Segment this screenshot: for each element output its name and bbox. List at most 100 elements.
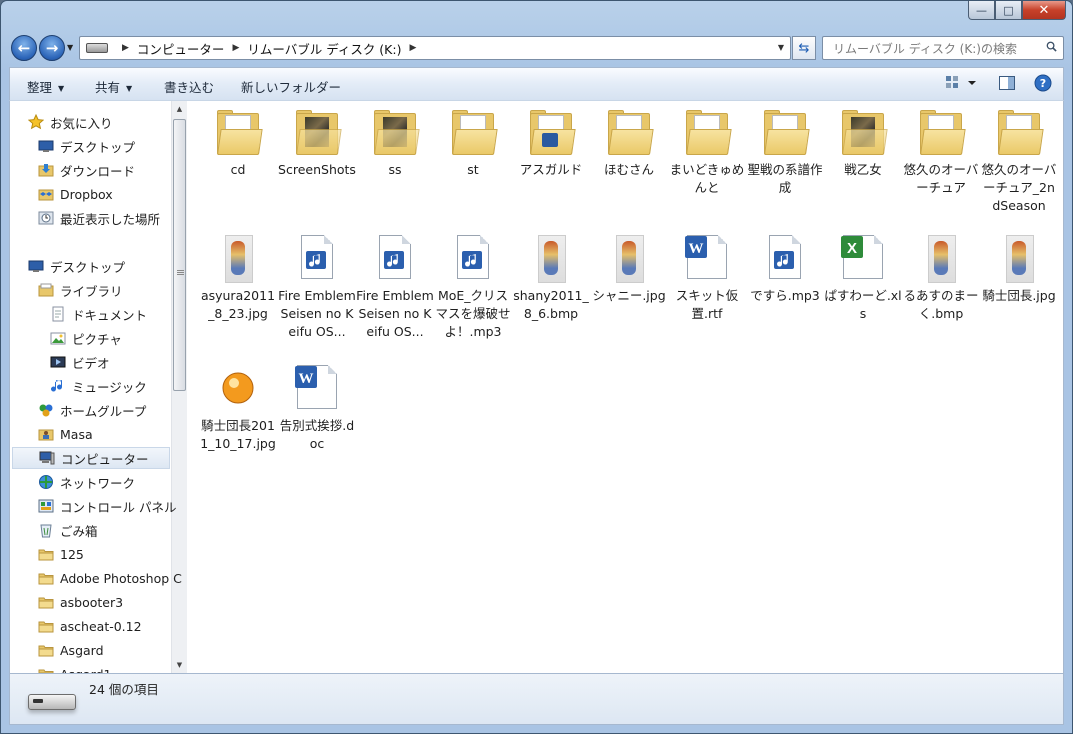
file-item[interactable]: シャニー.jpg [590,233,668,305]
sidebar-item[interactable]: デスクトップ [28,255,125,277]
sidebar-item[interactable]: ライブラリ [38,279,123,301]
sidebar-item[interactable]: Dropbox [38,183,113,205]
search-box[interactable] [822,36,1064,60]
folder-item[interactable]: ほむさん [590,107,668,179]
sidebar-item[interactable]: ミュージック [50,375,147,397]
folder-item[interactable]: まいどきゅめんと [668,107,746,197]
refresh-button[interactable]: ⇆ [792,36,816,60]
file-item[interactable]: Fire Emblem Seisen no Keifu OS... [278,233,356,341]
sidebar-item[interactable]: ascheat-0.12 [38,615,142,637]
file-name: 騎士団長.jpg [982,288,1056,303]
sidebar-item[interactable]: Adobe Photoshop C [38,567,182,589]
folder-item[interactable]: 聖戦の系譜作成 [746,107,824,197]
scroll-down-arrow-icon[interactable]: ▼ [172,657,187,673]
sidebar-item[interactable]: ホームグループ [38,399,146,421]
file-item[interactable]: Fire Emblem Seisen no Keifu OS... [356,233,434,341]
folder-icon [838,107,888,157]
sidebar-item-label: ドキュメント [72,307,148,323]
sidebar-item[interactable]: Masa [38,423,93,445]
scrollbar-thumb[interactable] [173,119,186,391]
file-name: まいどきゅめんと [669,162,745,195]
burn-button[interactable]: 書き込む [164,77,214,96]
help-button[interactable]: ? [1034,74,1052,95]
sidebar-item[interactable]: デスクトップ [38,135,135,157]
file-item[interactable]: ですら.mp3 [746,233,824,305]
desktop-icon [38,138,54,154]
folder-item[interactable]: 悠久のオーバーチュア_2ndSeason [980,107,1058,215]
file-name: cd [230,162,246,177]
sidebar-item-label: デスクトップ [50,259,126,275]
folder-item[interactable]: アスガルド [512,107,590,179]
folder-item[interactable]: ss [356,107,434,179]
close-button[interactable]: ✕ [1022,1,1066,20]
sidebar-item[interactable]: asbooter3 [38,591,123,613]
sidebar-item-label: ホームグループ [60,403,147,419]
breadcrumb-removable-disk[interactable]: リムーバブル ディスク (K:) [247,39,401,58]
sidebar-item[interactable]: お気に入り [27,111,113,133]
file-item[interactable]: 騎士団長2011_10_17.jpg [199,363,277,453]
user-folder-icon [38,426,54,442]
desktop-icon [28,258,44,274]
file-item[interactable]: asyura2011_8_23.jpg [199,233,277,323]
sidebar-item[interactable]: ピクチャ [50,327,122,349]
file-name: st [467,162,479,177]
sidebar-item[interactable]: ドキュメント [50,303,147,325]
scroll-up-arrow-icon[interactable]: ▲ [172,101,187,117]
sidebar-item[interactable]: ダウンロード [38,159,135,181]
drive-icon [86,43,108,53]
sidebar-item[interactable]: Asgard [38,639,104,661]
dropbox-icon [38,186,54,202]
folder-item[interactable]: 悠久のオーバーチュア [902,107,980,197]
folder-item[interactable]: 戦乙女 [824,107,902,179]
video-icon [50,354,66,370]
file-item[interactable]: X ぱすわーど.xls [824,233,902,323]
image-file-icon [213,233,263,283]
view-options-button[interactable] [945,74,979,95]
share-button[interactable]: 共有 ▼ [95,77,132,96]
back-button[interactable]: ← [11,35,37,61]
sidebar-item[interactable]: 125 [38,543,84,565]
folder-item[interactable]: ScreenShots [278,107,356,179]
audio-file-icon [370,233,420,283]
folder-item[interactable]: cd [199,107,277,179]
preview-pane-button[interactable] [998,74,1016,95]
breadcrumb-separator[interactable]: ▶ [409,43,416,53]
removable-disk-icon [28,694,76,710]
address-history-dropdown[interactable]: ▼ [778,43,784,52]
breadcrumb-computer[interactable]: コンピューター [137,39,225,58]
documents-icon [50,306,66,322]
music-icon [50,378,66,394]
sidebar-item[interactable]: 最近表示した場所 [38,207,160,229]
folder-icon [38,546,54,562]
sidebar-item-label: ネットワーク [60,475,136,491]
file-name: 告別式挨拶.doc [279,418,355,451]
sidebar-item[interactable]: Asgard1 [38,663,111,673]
sidebar-item[interactable]: ビデオ [50,351,110,373]
breadcrumb-separator[interactable]: ▶ [232,43,239,53]
forward-button[interactable]: → [39,35,65,61]
window-controls: — □ ✕ [968,1,1066,21]
sidebar-item[interactable]: コンピューター [12,447,170,469]
file-item[interactable]: W 告別式挨拶.doc [278,363,356,453]
file-item[interactable]: るあすのまーく.bmp [902,233,980,323]
search-input[interactable] [831,38,1045,60]
minimize-button[interactable]: — [968,1,995,20]
address-bar[interactable]: ▶ コンピューター ▶ リムーバブル ディスク (K:) ▶ ▼ [79,36,791,60]
folder-item[interactable]: st [434,107,512,179]
breadcrumb-separator[interactable]: ▶ [122,43,129,53]
organize-button[interactable]: 整理 ▼ [27,77,64,96]
recent-pages-dropdown[interactable]: ▼ [67,43,73,52]
content-area: ▲ ▼ お気に入り デスクトップ ダウンロード Dropbox 最近表示した場所 デスクト… [9,100,1064,674]
sidebar-item[interactable]: ネットワーク [38,471,135,493]
pictures-icon [50,330,66,346]
sidebar-item-label: ascheat-0.12 [60,618,142,634]
file-item[interactable]: MoE_クリスマスを爆破せよ！.mp3 [434,233,512,341]
sidebar-item[interactable]: ごみ箱 [38,519,98,541]
audio-file-icon [448,233,498,283]
sidebar-item[interactable]: コントロール パネル [38,495,176,517]
file-item[interactable]: shany2011_8_6.bmp [512,233,590,323]
new-folder-button[interactable]: 新しいフォルダー [241,77,341,96]
file-item[interactable]: 騎士団長.jpg [980,233,1058,305]
file-item[interactable]: W スキット仮置.rtf [668,233,746,323]
maximize-button[interactable]: □ [995,1,1022,20]
